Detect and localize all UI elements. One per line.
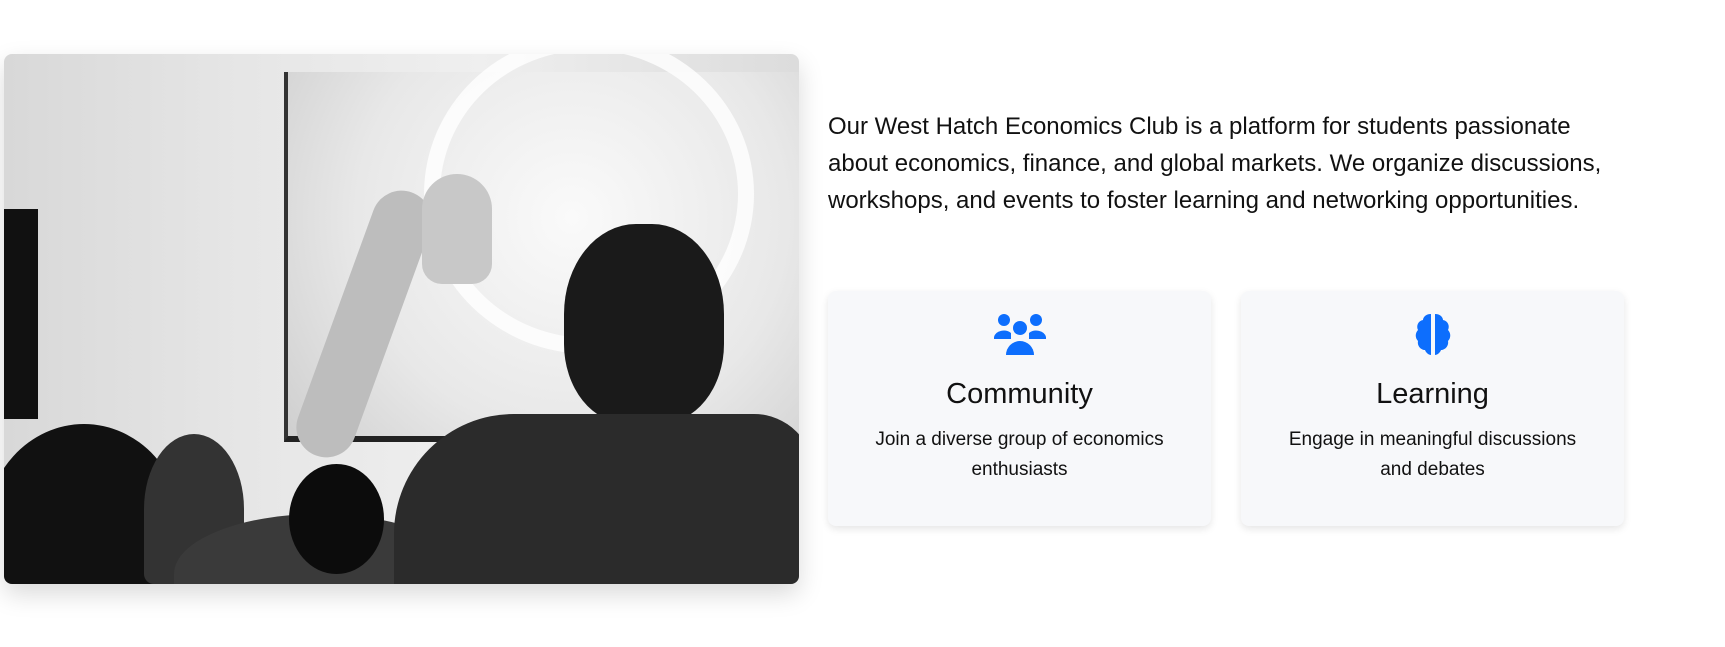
crowd-head: [289, 464, 384, 574]
brain-icon: [1415, 314, 1450, 355]
speaker-box: [4, 209, 38, 419]
feature-card-community: Community Join a diverse group of econom…: [828, 291, 1211, 526]
feature-card-learning: Learning Engage in meaningful discussion…: [1241, 291, 1624, 526]
feature-title: Learning: [1376, 378, 1489, 410]
feature-description: Engage in meaningful discussions and deb…: [1288, 429, 1577, 480]
feature-title: Community: [946, 378, 1093, 410]
feature-description: Join a diverse group of economics enthus…: [875, 429, 1164, 480]
club-photo: [4, 54, 799, 584]
about-text: Our West Hatch Economics Club is a platf…: [828, 113, 1602, 214]
student-shirt: [394, 414, 799, 584]
hand: [422, 174, 492, 284]
users-icon: [993, 314, 1046, 355]
student-head: [564, 224, 724, 424]
